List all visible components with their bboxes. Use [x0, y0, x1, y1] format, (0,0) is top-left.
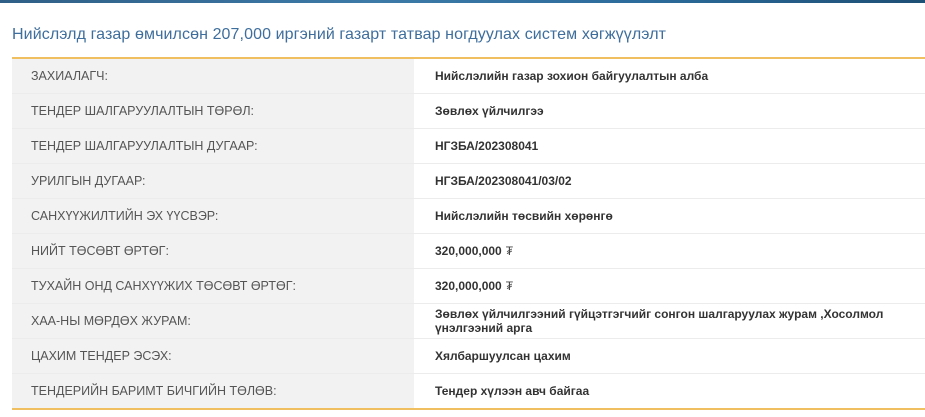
row-value: 320,000,000 ₮ — [414, 269, 925, 303]
row-value: НГЗБА/202308041/03/02 — [414, 164, 925, 198]
row-label: ТЕНДЕРИЙН БАРИМТ БИЧГИЙН ТӨЛӨВ: — [12, 374, 414, 408]
tender-details-table: ЗАХИАЛАГЧ: Нийслэлийн газар зохион байгу… — [12, 57, 925, 410]
row-value-text: Нийслэлийн төсвийн хөрөнгө — [435, 209, 613, 223]
row-value: Хялбаршуулсан цахим — [414, 339, 925, 373]
table-row-e-tender: ЦАХИМ ТЕНДЕР ЭСЭХ: Хялбаршуулсан цахим — [12, 339, 925, 374]
currency-symbol: ₮ — [505, 279, 514, 293]
table-row-tender-number: ТЕНДЕР ШАЛГАРУУЛАЛТЫН ДУГААР: НГЗБА/2023… — [12, 129, 925, 164]
table-row-customer: ЗАХИАЛАГЧ: Нийслэлийн газар зохион байгу… — [12, 59, 925, 94]
table-row-total-budget: НИЙТ ТӨСӨВТ ӨРТӨГ: 320,000,000 ₮ — [12, 234, 925, 269]
row-label: УРИЛГЫН ДУГААР: — [12, 164, 414, 198]
row-value-text: 320,000,000 — [435, 244, 502, 258]
row-label: ТЕНДЕР ШАЛГАРУУЛАЛТЫН ДУГААР: — [12, 129, 414, 163]
row-value-text: НГЗБА/202308041/03/02 — [435, 174, 572, 188]
row-value: Нийслэлийн төсвийн хөрөнгө — [414, 199, 925, 233]
page-title: Нийслэлд газар өмчилсөн 207,000 иргэний … — [12, 26, 667, 43]
row-value-text: Зөвлөх үйлчилгээ — [435, 104, 544, 118]
table-row-invitation-number: УРИЛГЫН ДУГААР: НГЗБА/202308041/03/02 — [12, 164, 925, 199]
top-accent-strip — [0, 0, 925, 3]
row-value: Зөвлөх үйлчилгээ — [414, 94, 925, 128]
row-value-text: Зөвлөх үйлчилгээний гүйцэтгэгчийг сонгон… — [435, 307, 884, 335]
row-value: 320,000,000 ₮ — [414, 234, 925, 268]
currency-symbol: ₮ — [505, 244, 514, 258]
row-value-text: Тендер хүлээн авч байгаа — [435, 384, 590, 398]
row-label: САНХҮҮЖИЛТИЙН ЭХ ҮҮСВЭР: — [12, 199, 414, 233]
row-label: ЗАХИАЛАГЧ: — [12, 59, 414, 93]
table-row-funding-source: САНХҮҮЖИЛТИЙН ЭХ ҮҮСВЭР: Нийслэлийн төсв… — [12, 199, 925, 234]
row-label: ЦАХИМ ТЕНДЕР ЭСЭХ: — [12, 339, 414, 373]
table-row-document-status: ТЕНДЕРИЙН БАРИМТ БИЧГИЙН ТӨЛӨВ: Тендер х… — [12, 374, 925, 408]
row-value-text: Хялбаршуулсан цахим — [435, 349, 571, 363]
row-value-text: НГЗБА/202308041 — [435, 139, 539, 153]
row-value-text: 320,000,000 — [435, 279, 502, 293]
row-label: ТЕНДЕР ШАЛГАРУУЛАЛТЫН ТӨРӨЛ: — [12, 94, 414, 128]
table-row-annual-budget: ТУХАЙН ОНД САНХҮҮЖИХ ТӨСӨВТ ӨРТӨГ: 320,0… — [12, 269, 925, 304]
row-value-text: Нийслэлийн газар зохион байгуулалтын алб… — [435, 69, 709, 83]
row-value: Зөвлөх үйлчилгээний гүйцэтгэгчийг сонгон… — [414, 304, 925, 338]
row-label: ТУХАЙН ОНД САНХҮҮЖИХ ТӨСӨВТ ӨРТӨГ: — [12, 269, 414, 303]
row-value: Нийслэлийн газар зохион байгуулалтын алб… — [414, 59, 925, 93]
row-value: Тендер хүлээн авч байгаа — [414, 374, 925, 408]
table-row-tender-type: ТЕНДЕР ШАЛГАРУУЛАЛТЫН ТӨРӨЛ: Зөвлөх үйлч… — [12, 94, 925, 129]
table-row-procedure: ХАА-НЫ МӨРДӨХ ЖУРАМ: Зөвлөх үйлчилгээний… — [12, 304, 925, 339]
row-value: НГЗБА/202308041 — [414, 129, 925, 163]
row-label: НИЙТ ТӨСӨВТ ӨРТӨГ: — [12, 234, 414, 268]
row-label: ХАА-НЫ МӨРДӨХ ЖУРАМ: — [12, 304, 414, 338]
